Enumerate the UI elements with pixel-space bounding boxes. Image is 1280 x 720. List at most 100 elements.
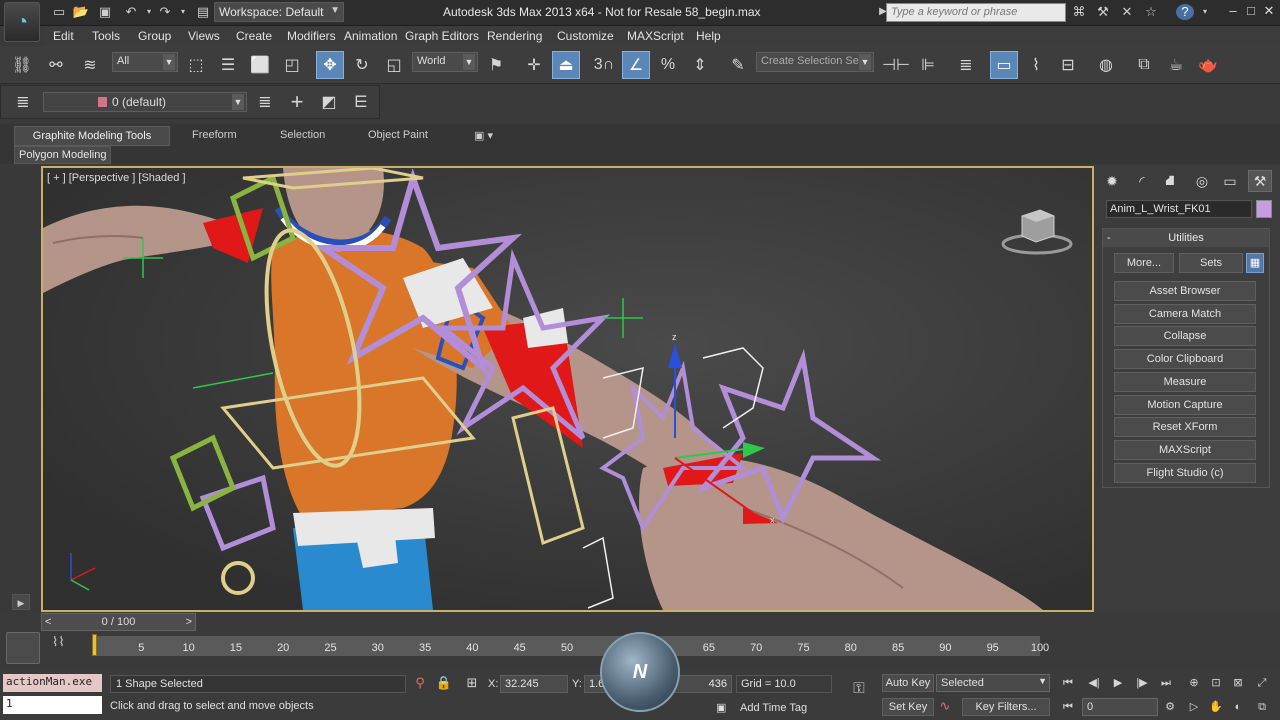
tab-graphite-modeling-tools[interactable]: Graphite Modeling Tools: [14, 126, 170, 146]
previous-frame-icon[interactable]: ◀|: [1084, 674, 1104, 692]
binoculars-icon[interactable]: ⌘: [1070, 4, 1088, 20]
menu-help[interactable]: Help: [696, 29, 721, 43]
menu-group[interactable]: Group: [138, 29, 171, 43]
orbit-icon[interactable]: ◐: [1228, 698, 1248, 716]
select-objects-in-layer-icon[interactable]: ◩: [315, 88, 343, 116]
perspective-viewport[interactable]: [ + ] [Perspective ] [Shaded ] z x: [41, 166, 1094, 612]
reference-coordinate-dropdown[interactable]: World ▼: [412, 52, 478, 72]
select-by-name-icon[interactable]: ☰: [214, 51, 242, 79]
help-dropdown-icon[interactable]: ▾: [1196, 4, 1214, 20]
render-production-icon[interactable]: 🫖: [1194, 51, 1222, 79]
align-icon[interactable]: ⊫: [914, 51, 942, 79]
pivot-point-center-icon[interactable]: ⚑: [482, 51, 510, 79]
spinner-snap-toggle-icon[interactable]: ⇕: [686, 51, 714, 79]
viewcube[interactable]: [1000, 204, 1074, 256]
maxscript-button[interactable]: MAXScript: [1114, 440, 1256, 460]
maxscript-listener-pink[interactable]: actionMan.exe: [3, 674, 102, 692]
object-name-field[interactable]: Anim_L_Wrist_FK01: [1106, 200, 1252, 218]
application-button[interactable]: ◔: [4, 2, 40, 42]
key-selection-set-dropdown[interactable]: Selected ▼: [936, 674, 1050, 692]
key-mode-toggle-icon[interactable]: ⏮: [1058, 698, 1078, 716]
graphite-ribbon-toggle-icon[interactable]: ▭: [990, 51, 1018, 79]
default-in-out-tangents-icon[interactable]: ∿: [934, 696, 956, 716]
maxscript-mini-listener-white[interactable]: 1: [3, 696, 102, 714]
go-to-start-icon[interactable]: ⏮: [1058, 674, 1078, 692]
save-icon[interactable]: ▣: [96, 4, 114, 20]
named-selection-dropdown[interactable]: Create Selection Se ▼: [756, 52, 874, 72]
menu-graph-editors[interactable]: Graph Editors: [405, 29, 479, 43]
set-current-layer-icon[interactable]: ⋿: [347, 88, 375, 116]
maximize-icon[interactable]: □: [1242, 3, 1260, 21]
favorites-star-icon[interactable]: ☆: [1142, 4, 1160, 20]
select-and-move-icon[interactable]: ✥: [316, 51, 344, 79]
rectangular-selection-icon[interactable]: ⬜: [246, 51, 274, 79]
help-icon[interactable]: ?: [1176, 4, 1194, 20]
tab-selection[interactable]: Selection: [272, 126, 333, 146]
x-coord-field[interactable]: 32.245: [500, 675, 568, 693]
current-layer-dropdown[interactable]: 0 (default) ▼: [43, 92, 247, 112]
viewport-label[interactable]: [ + ] [Perspective ] [Shaded ]: [47, 172, 186, 184]
play-icon[interactable]: ▶: [1108, 674, 1128, 692]
asset-browser-button[interactable]: Asset Browser: [1114, 281, 1256, 301]
menu-create[interactable]: Create: [236, 29, 272, 43]
time-configuration-icon[interactable]: ⚙: [1160, 698, 1180, 716]
menu-edit[interactable]: Edit: [53, 29, 74, 43]
motion-tab-icon[interactable]: ◎: [1190, 170, 1214, 192]
camera-match-button[interactable]: Camera Match: [1114, 304, 1256, 324]
create-tab-icon[interactable]: ✹: [1100, 170, 1124, 192]
keyboard-shortcut-override-icon[interactable]: ⏏: [552, 51, 580, 79]
configure-button-sets-icon[interactable]: ▦: [1246, 253, 1264, 273]
material-editor-icon[interactable]: ◍: [1092, 51, 1120, 79]
render-setup-icon[interactable]: ⧉: [1130, 51, 1158, 79]
select-and-rotate-icon[interactable]: ↻: [348, 51, 376, 79]
hierarchy-tab-icon[interactable]: ⛘: [1158, 170, 1182, 192]
maximize-toggle-icon[interactable]: ⧉: [1252, 698, 1272, 716]
current-frame-field[interactable]: 0: [1082, 698, 1158, 716]
new-file-icon[interactable]: ▭: [50, 4, 68, 20]
modify-tab-icon[interactable]: ◜: [1130, 170, 1154, 192]
time-slider-next-button[interactable]: >: [186, 614, 192, 630]
add-time-tag[interactable]: ▣ Add Time Tag: [712, 700, 830, 718]
menu-rendering[interactable]: Rendering: [487, 29, 542, 43]
redo-icon[interactable]: ↷: [156, 4, 174, 20]
zoom-all-icon[interactable]: ⊠: [1228, 674, 1248, 692]
isolate-selection-icon[interactable]: ⚲: [410, 672, 430, 694]
sets-button[interactable]: Sets: [1179, 253, 1243, 273]
snaps-toggle-icon[interactable]: 3 ∩: [590, 51, 618, 79]
selection-filter-dropdown[interactable]: All ▼: [112, 52, 178, 72]
angle-snap-toggle-icon[interactable]: ∠: [622, 51, 650, 79]
field-of-view-icon[interactable]: ▷: [1184, 698, 1204, 716]
menu-views[interactable]: Views: [188, 29, 220, 43]
zoom-icon[interactable]: ⊕: [1184, 674, 1204, 692]
selection-lock-icon[interactable]: 🔒: [434, 672, 454, 694]
menu-customize[interactable]: Customize: [557, 29, 614, 43]
auto-key-button[interactable]: Auto Key: [882, 674, 934, 692]
project-folder-icon[interactable]: ▤: [194, 4, 212, 20]
mirror-icon[interactable]: ⊣⊢: [882, 51, 910, 79]
bind-to-space-warp-icon[interactable]: ≋: [76, 51, 104, 79]
more-button[interactable]: More...: [1114, 253, 1174, 273]
time-slider-prev-button[interactable]: <: [45, 614, 51, 630]
select-and-manipulate-icon[interactable]: ✛: [520, 51, 548, 79]
select-and-link-icon[interactable]: ⛓: [8, 51, 36, 79]
select-object-icon[interactable]: ⬚: [182, 51, 210, 79]
undo-icon[interactable]: ↶: [122, 4, 140, 20]
schematic-view-icon[interactable]: ⊟: [1054, 51, 1082, 79]
tab-object-paint[interactable]: Object Paint: [360, 126, 436, 146]
search-input[interactable]: Type a keyword or phrase: [886, 3, 1066, 22]
menu-modifiers[interactable]: Modifiers: [287, 29, 336, 43]
utilities-tab-icon[interactable]: ⚒: [1248, 170, 1272, 192]
display-tab-icon[interactable]: ▭: [1218, 170, 1242, 192]
motion-capture-button[interactable]: Motion Capture: [1114, 395, 1256, 415]
flight-studio-button[interactable]: Flight Studio (c): [1114, 463, 1256, 483]
curve-editor-icon[interactable]: ⌇: [1022, 51, 1050, 79]
minimize-icon[interactable]: –: [1224, 3, 1242, 21]
absolute-offset-toggle-icon[interactable]: ⊞: [462, 672, 482, 694]
ribbon-options-icon[interactable]: ▣ ▾: [466, 126, 501, 146]
rollout-collapse-toggle[interactable]: -: [1107, 229, 1111, 247]
rendered-frame-window-icon[interactable]: ☕: [1162, 51, 1190, 79]
menu-tools[interactable]: Tools: [92, 29, 120, 43]
subscription-center-icon[interactable]: ⚒: [1094, 4, 1112, 20]
open-file-icon[interactable]: 📂: [72, 4, 90, 20]
manage-layers-icon[interactable]: ≣: [952, 51, 980, 79]
